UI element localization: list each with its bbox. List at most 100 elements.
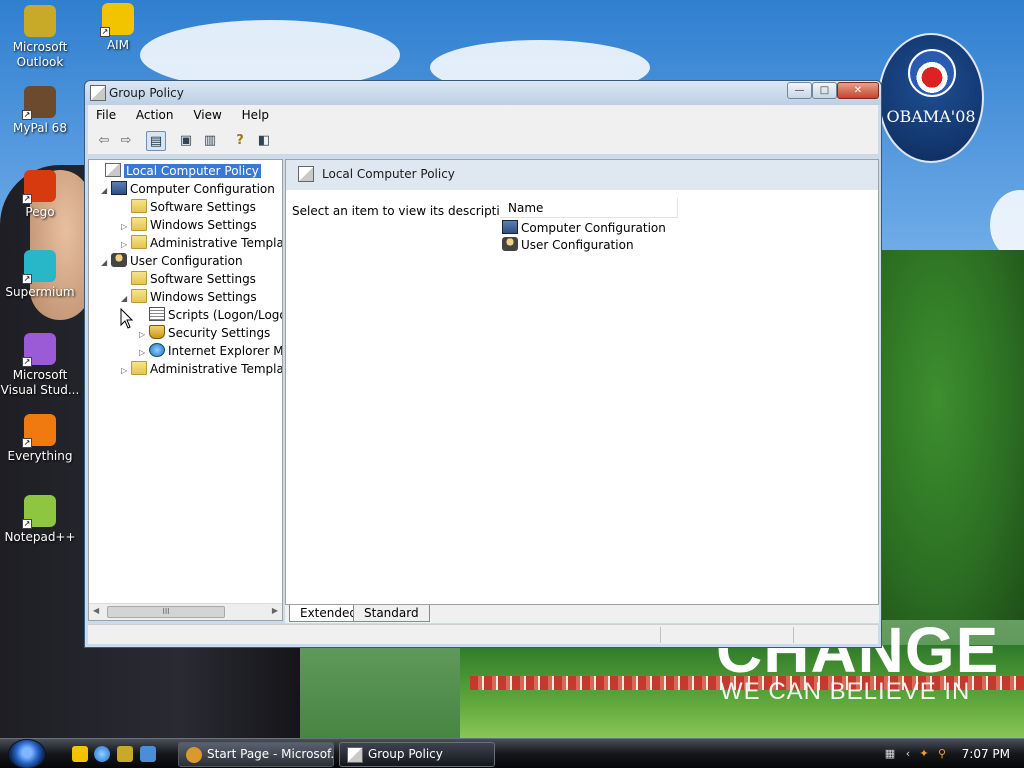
- desktop-icon-supermium[interactable]: ↗ Supermium: [0, 250, 80, 300]
- scroll-left-icon[interactable]: ◀: [93, 606, 99, 615]
- start-button[interactable]: [8, 739, 46, 768]
- menu-view[interactable]: View: [185, 105, 229, 122]
- scroll-right-icon[interactable]: ▶: [272, 606, 278, 615]
- desktop-icon-everything[interactable]: ↗ Everything: [0, 414, 80, 464]
- scrollbar-grip: III: [162, 607, 170, 616]
- list-item-computer-configuration[interactable]: Computer Configuration: [502, 220, 666, 237]
- notepad-plus-plus-icon: ↗: [22, 495, 56, 529]
- mouse-cursor-icon: [120, 308, 134, 329]
- close-button[interactable]: ✕: [837, 82, 879, 99]
- console-tree[interactable]: Local Computer Policy ◢ Computer Configura…: [88, 159, 283, 621]
- desktop-icon-mypal[interactable]: ↗ MyPal 68: [0, 86, 80, 136]
- menu-file[interactable]: File: [88, 105, 124, 122]
- tree-item-administrative-templates[interactable]: ▷ Administrative Templates: [121, 360, 283, 380]
- tree-item-label: Software Settings: [150, 272, 256, 286]
- tree-item-windows-settings[interactable]: ▷ Windows Settings: [121, 216, 257, 234]
- group-policy-icon: [347, 747, 363, 763]
- search-icon[interactable]: ⚲: [935, 747, 949, 761]
- menu-bar: File Action View Help: [88, 105, 878, 127]
- forward-icon[interactable]: ⇨: [116, 131, 136, 151]
- tree-horizontal-scrollbar[interactable]: ◀ III ▶: [89, 603, 282, 620]
- computer-icon: [111, 181, 127, 195]
- tab-standard[interactable]: Standard: [353, 605, 430, 622]
- tree-item-label: Administrative Templates: [150, 362, 283, 376]
- shortcut-arrow-icon: ↗: [22, 357, 32, 367]
- desktop-icon-visual-studio[interactable]: ↗ Microsoft Visual Stud...: [0, 333, 80, 398]
- folder-icon: [131, 217, 147, 231]
- tree-item-software-settings[interactable]: Software Settings: [121, 198, 256, 216]
- tree-item-local-computer-policy[interactable]: Local Computer Policy: [95, 162, 261, 180]
- pego-icon: ↗: [22, 170, 56, 204]
- tree-item-computer-configuration[interactable]: ◢ Computer Configuration: [101, 180, 275, 198]
- campaign-badge-text: OBAMA'08: [886, 107, 976, 126]
- minimize-button[interactable]: —: [787, 82, 812, 99]
- menu-action[interactable]: Action: [128, 105, 182, 122]
- scrollbar-thumb[interactable]: III: [107, 606, 225, 618]
- wallpaper-trees: [880, 250, 1024, 620]
- details-title: Local Computer Policy: [322, 167, 455, 181]
- export-list-icon[interactable]: ▥: [200, 131, 220, 151]
- show-hide-tree-icon[interactable]: ▤: [146, 131, 166, 151]
- desktop-icon-label: Outlook: [16, 55, 64, 69]
- campaign-badge: OBAMA'08: [878, 33, 984, 163]
- toolbar: ⇦ ⇨ ▤ ▣ ▥ ? ◧: [88, 127, 878, 155]
- network-icon[interactable]: ✦: [917, 747, 931, 761]
- help-icon[interactable]: ?: [230, 131, 250, 151]
- expand-collapse-icon[interactable]: ◢: [101, 182, 111, 200]
- list-item-user-configuration[interactable]: User Configuration: [502, 237, 634, 254]
- show-hide-action-pane-icon[interactable]: ◧: [254, 131, 274, 151]
- folder-icon: [131, 289, 147, 303]
- list-item-label: Computer Configuration: [521, 221, 666, 235]
- tree-item-label: User Configuration: [130, 254, 243, 268]
- title-bar[interactable]: Group Policy — □ ✕: [85, 81, 881, 105]
- details-pane[interactable]: Local Computer Policy Select an item to …: [285, 159, 879, 605]
- tree-item-label: Windows Settings: [150, 290, 257, 304]
- desktop-icon-pego[interactable]: ↗ Pego: [0, 170, 80, 220]
- desktop-icon-aim[interactable]: ↗ AIM: [78, 3, 158, 53]
- task-start-page[interactable]: Start Page - Microsof...: [178, 742, 334, 767]
- policy-icon: [298, 166, 314, 182]
- folder-icon: [131, 235, 147, 249]
- back-icon[interactable]: ⇦: [94, 131, 114, 151]
- tree-item-label: Administrative Templates: [150, 236, 283, 250]
- menu-help[interactable]: Help: [234, 105, 277, 122]
- tree-item-software-settings[interactable]: Software Settings: [121, 270, 256, 288]
- wallpaper-slogan-sub: WE CAN BELIEVE IN: [720, 678, 971, 705]
- tree-item-internet-explorer-maintenance[interactable]: ▷Internet Explorer Maintenance: [139, 342, 282, 360]
- tree-item-label: Scripts (Logon/Logoff): [168, 308, 282, 322]
- tree-item-user-configuration[interactable]: ◢ User Configuration: [101, 252, 243, 270]
- mypal-quicklaunch-icon[interactable]: [117, 746, 133, 762]
- tree-item-label: Security Settings: [168, 326, 271, 340]
- show-hidden-icons-chevron-icon[interactable]: ‹: [901, 747, 915, 761]
- folder-icon: [131, 199, 147, 213]
- aim-quicklaunch-icon[interactable]: [72, 746, 88, 762]
- desktop-icon-label: Microsoft: [12, 40, 68, 54]
- expand-collapse-icon[interactable]: ▷: [121, 362, 131, 380]
- expand-collapse-icon[interactable]: ◢: [121, 290, 131, 308]
- browser-icon: [186, 747, 202, 763]
- clock[interactable]: 7:07 PM: [962, 747, 1010, 761]
- tree-item-security-settings[interactable]: ▷ Security Settings: [139, 324, 270, 342]
- internet-explorer-quicklaunch-icon[interactable]: [94, 746, 110, 762]
- tree-item-windows-settings[interactable]: ◢ Windows Settings: [121, 288, 257, 306]
- user-icon: [111, 253, 127, 267]
- task-group-policy[interactable]: Group Policy: [339, 742, 495, 767]
- expand-collapse-icon[interactable]: ◢: [101, 254, 111, 272]
- group-policy-window[interactable]: Group Policy — □ ✕ File Action View Help…: [84, 80, 882, 648]
- desktop-icon-label: Pego: [25, 205, 55, 219]
- ie-icon: [149, 343, 165, 357]
- desktop-icon-outlook[interactable]: Microsoft Outlook: [0, 5, 80, 70]
- group-policy-icon: [90, 85, 106, 101]
- tree-item-scripts-logon-logoff[interactable]: Scripts (Logon/Logoff): [139, 306, 282, 324]
- column-header-name[interactable]: Name: [500, 198, 678, 218]
- switch-windows-quicklaunch-icon[interactable]: [140, 746, 156, 762]
- keyboard-icon[interactable]: ▦: [883, 747, 897, 761]
- maximize-button[interactable]: □: [812, 82, 837, 99]
- desktop-icon-notepad-plus-plus[interactable]: ↗ Notepad++: [0, 495, 80, 545]
- properties-icon[interactable]: ▣: [176, 131, 196, 151]
- shortcut-arrow-icon: ↗: [100, 27, 110, 37]
- computer-icon: [502, 220, 518, 234]
- campaign-logo-icon: [908, 49, 956, 97]
- tree-item-administrative-templates[interactable]: ▷Administrative Templates: [121, 234, 283, 252]
- desktop-icon-label: Everything: [7, 449, 73, 463]
